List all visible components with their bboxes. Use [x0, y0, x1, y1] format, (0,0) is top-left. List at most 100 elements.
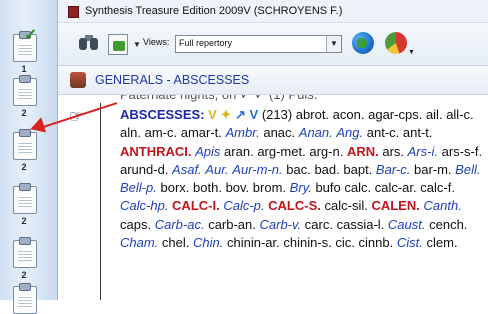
remedy[interactable]: clem.	[427, 235, 458, 250]
remedy[interactable]: Chin.	[193, 235, 223, 250]
remedy[interactable]: chinin-s.	[283, 235, 331, 250]
remedy[interactable]: arund-d.	[120, 162, 168, 177]
views-label: Views:	[143, 37, 170, 47]
remedy[interactable]: am-c.	[145, 125, 178, 140]
remedy[interactable]: Calc-hp.	[120, 198, 168, 213]
arrow-icon: ↗	[234, 107, 246, 122]
remedy[interactable]: chel.	[162, 235, 189, 250]
remedy[interactable]: Aur.	[205, 162, 228, 177]
divider	[100, 103, 101, 300]
check-icon: ✓	[24, 27, 38, 44]
clipboard-count: 2	[21, 162, 27, 172]
remedy[interactable]: bar-m.	[414, 162, 452, 177]
remedy[interactable]: CALEN.	[371, 198, 419, 213]
app-icon	[68, 6, 79, 18]
remedy[interactable]: anac.	[263, 125, 295, 140]
remedy[interactable]: Ang.	[336, 125, 363, 140]
remedy[interactable]: calc-f.	[420, 180, 455, 195]
chevron-down-icon[interactable]: ▼	[408, 49, 415, 56]
remedy[interactable]: ARN.	[347, 144, 379, 159]
remedy[interactable]: all-c.	[446, 107, 473, 122]
remedy[interactable]: Caust.	[388, 217, 426, 232]
remedy[interactable]: carb-an.	[208, 217, 256, 232]
chevron-down-icon[interactable]: ▼	[326, 36, 341, 52]
views-select-value: Full repertory	[179, 38, 233, 48]
clipboard-strip: ✓ 1 2 2 2 2	[0, 0, 58, 314]
remedy[interactable]: bapt.	[343, 162, 372, 177]
rubric-content: Paternate nights, on ✓ ✓ (1) Puls. ☞ ABS…	[58, 95, 488, 300]
remedy[interactable]: CALC-S.	[268, 198, 321, 213]
rubric-name[interactable]: ABSCESSES:	[120, 107, 205, 122]
remedy[interactable]: Carb-ac.	[155, 217, 205, 232]
partial-rubric-line: Paternate nights, on ✓ ✓ (1) Puls.	[120, 95, 317, 103]
chevron-down-icon[interactable]: ▼	[133, 40, 141, 49]
remedy[interactable]: aran.	[224, 144, 254, 159]
remedy[interactable]: bufo	[315, 180, 340, 195]
remedy[interactable]: arg-met.	[257, 144, 305, 159]
main-window: Synthesis Treasure Edition 2009V (SCHROY…	[58, 0, 488, 300]
toolbar: ▼ Views: Full repertory ▼ ▼	[58, 23, 488, 66]
rubric-text[interactable]: ABSCESSES: V ✦ ↗ V (213) abrot. acon. ag…	[120, 106, 484, 252]
clipboard-icon	[13, 183, 37, 214]
globe-icon[interactable]	[352, 32, 374, 54]
remedy[interactable]: Bell-p.	[120, 180, 157, 195]
remedy[interactable]: ANTHRACI.	[120, 144, 192, 159]
remedy[interactable]: borx.	[160, 180, 189, 195]
remedy[interactable]: Ars-i.	[408, 144, 438, 159]
remedy[interactable]: Bar-c.	[376, 162, 410, 177]
remedy-list: abrot. acon. agar-cps. ail. all-c. aln. …	[120, 107, 482, 250]
remedy[interactable]: bad.	[314, 162, 339, 177]
remedy[interactable]: Ambr.	[226, 125, 260, 140]
remedy[interactable]: Calc-p.	[223, 198, 264, 213]
remedy[interactable]: ant-t.	[403, 125, 433, 140]
remedy[interactable]: bac.	[286, 162, 311, 177]
remedy[interactable]: Bell.	[455, 162, 480, 177]
symbol-icon: V	[249, 107, 259, 122]
remedy[interactable]: Apis	[195, 144, 220, 159]
remedy[interactable]: abrot.	[296, 107, 329, 122]
remedy[interactable]: Canth.	[423, 198, 461, 213]
title-bar: Synthesis Treasure Edition 2009V (SCHROY…	[58, 0, 488, 23]
remedy[interactable]: calc.	[344, 180, 371, 195]
remedy[interactable]: CALC-I.	[172, 198, 220, 213]
remedy[interactable]: both.	[193, 180, 222, 195]
clipboard-icon	[13, 283, 37, 314]
remedy[interactable]: aln.	[120, 125, 141, 140]
remedy[interactable]: agar-cps.	[368, 107, 422, 122]
remedy[interactable]: ant-c.	[367, 125, 400, 140]
remedy[interactable]: Cist.	[397, 235, 423, 250]
remedy[interactable]: ars.	[382, 144, 404, 159]
remedy[interactable]: Bry.	[290, 180, 312, 195]
remedy[interactable]: cench.	[429, 217, 467, 232]
remedy[interactable]: chinin-ar.	[227, 235, 280, 250]
remedy[interactable]: cic.	[335, 235, 355, 250]
pie-chart-icon[interactable]	[385, 32, 407, 54]
remedy-count: (213)	[261, 107, 293, 122]
chapter-title[interactable]: GENERALS - ABSCESSES	[95, 73, 249, 87]
remedy[interactable]: Aur-m-n.	[232, 162, 282, 177]
bulb-icon: ✦	[220, 107, 232, 122]
remedy[interactable]: ars-s-f.	[442, 144, 482, 159]
clipboard-count: 2	[21, 108, 27, 118]
remedy[interactable]: calc-sil.	[325, 198, 368, 213]
remedy[interactable]: arg-n.	[309, 144, 343, 159]
remedy[interactable]: Carb-v.	[260, 217, 302, 232]
remedy[interactable]: Anan.	[299, 125, 333, 140]
remedy[interactable]: brom.	[253, 180, 286, 195]
remedy[interactable]: cinnb.	[359, 235, 394, 250]
remedy[interactable]: Cham.	[120, 235, 158, 250]
remedy[interactable]: calc-ar.	[375, 180, 417, 195]
clipboard-icon	[13, 75, 37, 106]
remedy[interactable]: carc.	[305, 217, 333, 232]
remedy[interactable]: caps.	[120, 217, 151, 232]
binoculars-icon[interactable]	[79, 35, 99, 51]
clipboard-count: 2	[21, 216, 27, 226]
remedy[interactable]: Asaf.	[172, 162, 202, 177]
remedy[interactable]: bov.	[226, 180, 250, 195]
remedy[interactable]: acon.	[333, 107, 365, 122]
remedy[interactable]: amar-t.	[181, 125, 222, 140]
views-select[interactable]: Full repertory ▼	[175, 35, 342, 53]
remedy[interactable]: cassia-l.	[337, 217, 385, 232]
remedy[interactable]: ail.	[426, 107, 443, 122]
view-icon[interactable]	[108, 34, 128, 55]
